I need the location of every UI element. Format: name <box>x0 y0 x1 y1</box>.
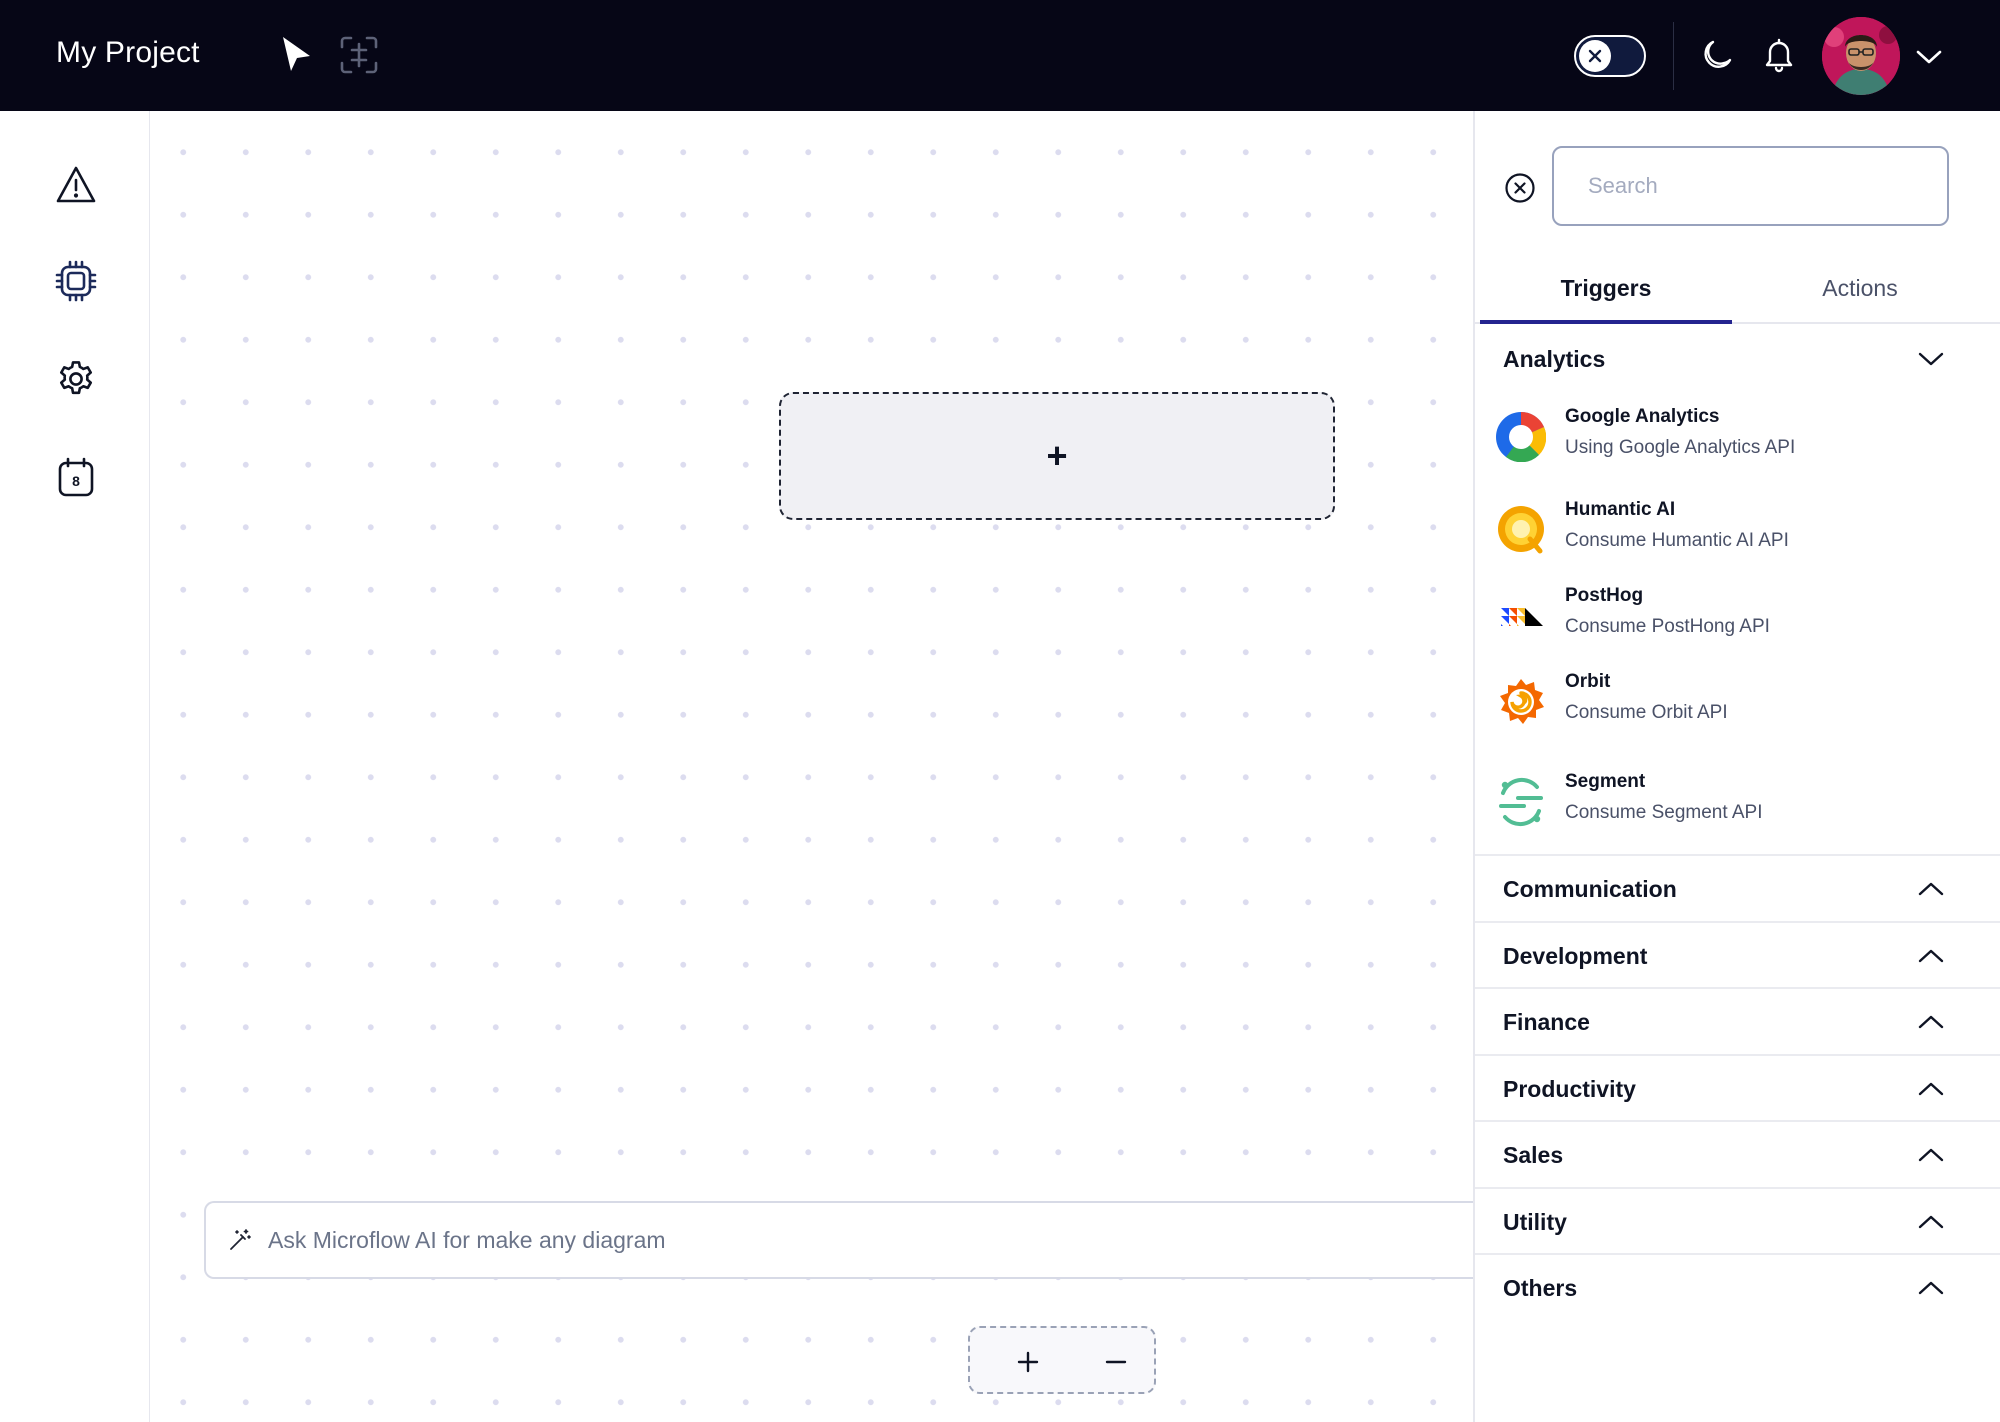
category-productivity[interactable]: Productivity <box>1475 1054 2000 1120</box>
tab-actions-label: Actions <box>1822 274 1898 301</box>
zoom-controls <box>968 1326 1156 1394</box>
service-posthog[interactable]: PostHog Consume PostHong API <box>1475 580 2000 656</box>
chevron-up-icon <box>1915 1073 1947 1105</box>
plus-icon <box>1017 1351 1039 1373</box>
close-circle-icon <box>1505 173 1535 203</box>
category-communication[interactable]: Communication <box>1475 854 2000 920</box>
category-sales[interactable]: Sales <box>1475 1120 2000 1186</box>
sidebar-item-alerts[interactable] <box>52 161 100 209</box>
category-others[interactable]: Others <box>1475 1253 2000 1319</box>
category-label: Analytics <box>1503 346 1606 372</box>
service-description: Consume PostHong API <box>1565 616 1770 637</box>
search-input[interactable] <box>1552 146 1949 226</box>
service-description: Consume Segment API <box>1565 802 1763 823</box>
category-utility[interactable]: Utility <box>1475 1187 2000 1253</box>
sidebar-item-settings[interactable] <box>52 355 100 403</box>
zoom-in-button[interactable] <box>1008 1342 1048 1382</box>
category-label: Development <box>1503 943 1648 969</box>
chevron-up-icon <box>1915 1272 1947 1304</box>
minus-icon <box>1105 1360 1127 1364</box>
chevron-up-icon <box>1915 1206 1947 1238</box>
orbit-logo <box>1495 676 1547 728</box>
active-tab-indicator <box>1480 320 1732 324</box>
notifications-button[interactable] <box>1760 36 1798 74</box>
category-label: Communication <box>1503 876 1677 902</box>
tab-triggers[interactable]: Triggers <box>1480 252 1732 324</box>
warning-icon <box>56 166 96 203</box>
service-humantic-ai[interactable]: Humantic AI Consume Humantic AI API <box>1475 494 2000 570</box>
project-title[interactable]: My Project <box>56 36 200 70</box>
panel-tabs: Triggers Actions <box>1475 252 2000 324</box>
left-sidebar: 8 <box>0 111 150 1422</box>
posthog-logo <box>1495 590 1547 642</box>
calendar-icon: 8 <box>58 457 94 497</box>
category-label: Productivity <box>1503 1076 1636 1102</box>
integrations-panel: Triggers Actions Analytics Google Analyt… <box>1473 111 2000 1422</box>
category-label: Others <box>1503 1275 1578 1301</box>
add-node-placeholder[interactable]: + <box>779 392 1335 520</box>
frame-select-tool-button[interactable] <box>336 32 382 78</box>
zoom-out-button[interactable] <box>1096 1342 1136 1382</box>
service-name: PostHog <box>1565 585 1644 606</box>
category-development[interactable]: Development <box>1475 921 2000 987</box>
chip-icon <box>55 260 97 302</box>
service-name: Google Analytics <box>1565 406 1720 427</box>
chevron-up-icon <box>1915 873 1947 905</box>
mode-toggle[interactable] <box>1574 35 1646 77</box>
sidebar-item-calendar[interactable]: 8 <box>52 453 100 501</box>
toggle-knob <box>1579 40 1611 72</box>
category-label: Finance <box>1503 1009 1590 1035</box>
service-name: Humantic AI <box>1565 499 1676 520</box>
pointer-tool-button[interactable] <box>276 32 316 76</box>
magic-wand-icon <box>230 1229 251 1250</box>
sidebar-item-components[interactable] <box>52 257 100 305</box>
add-node-plus: + <box>1046 435 1068 476</box>
category-finance[interactable]: Finance <box>1475 987 2000 1053</box>
segment-logo <box>1495 776 1547 828</box>
dark-mode-button[interactable] <box>1698 36 1736 74</box>
service-segment[interactable]: Segment Consume Segment API <box>1475 766 2000 842</box>
tab-actions[interactable]: Actions <box>1734 252 1986 324</box>
service-description: Using Google Analytics API <box>1565 437 1796 458</box>
chevron-up-icon <box>1915 1006 1947 1038</box>
chevron-up-icon <box>1915 940 1947 972</box>
category-label: Utility <box>1503 1209 1567 1235</box>
calendar-badge: 8 <box>72 473 80 489</box>
chevron-up-icon <box>1915 1139 1947 1171</box>
close-icon <box>1588 49 1602 63</box>
chevron-down-icon <box>1916 50 1942 64</box>
frame-select-icon <box>340 36 378 74</box>
tab-triggers-label: Triggers <box>1560 274 1652 301</box>
service-orbit[interactable]: Orbit Consume Orbit API <box>1475 666 2000 742</box>
close-panel-button[interactable] <box>1503 171 1537 205</box>
moon-icon <box>1704 40 1732 68</box>
google-analytics-logo <box>1495 411 1547 463</box>
ai-prompt-input[interactable]: Ask Microflow AI for make any diagram <box>204 1201 1494 1279</box>
pointer-icon <box>283 37 310 71</box>
divider <box>1673 22 1674 90</box>
service-name: Orbit <box>1565 671 1611 692</box>
ai-prompt-placeholder: Ask Microflow AI for make any diagram <box>268 1226 666 1253</box>
service-description: Consume Humantic AI API <box>1565 530 1789 551</box>
avatar[interactable] <box>1822 17 1900 95</box>
humantic-ai-logo <box>1495 504 1547 556</box>
user-photo <box>1822 17 1900 95</box>
service-description: Consume Orbit API <box>1565 702 1728 723</box>
service-google-analytics[interactable]: Google Analytics Using Google Analytics … <box>1475 401 2000 477</box>
gear-icon <box>59 361 93 395</box>
category-analytics[interactable]: Analytics <box>1475 326 2000 392</box>
account-menu-toggle[interactable] <box>1914 42 1944 72</box>
bell-icon <box>1765 38 1793 73</box>
chevron-down-icon <box>1915 343 1947 375</box>
service-name: Segment <box>1565 771 1646 792</box>
top-bar: My Project <box>0 0 2000 111</box>
category-label: Sales <box>1503 1142 1564 1168</box>
